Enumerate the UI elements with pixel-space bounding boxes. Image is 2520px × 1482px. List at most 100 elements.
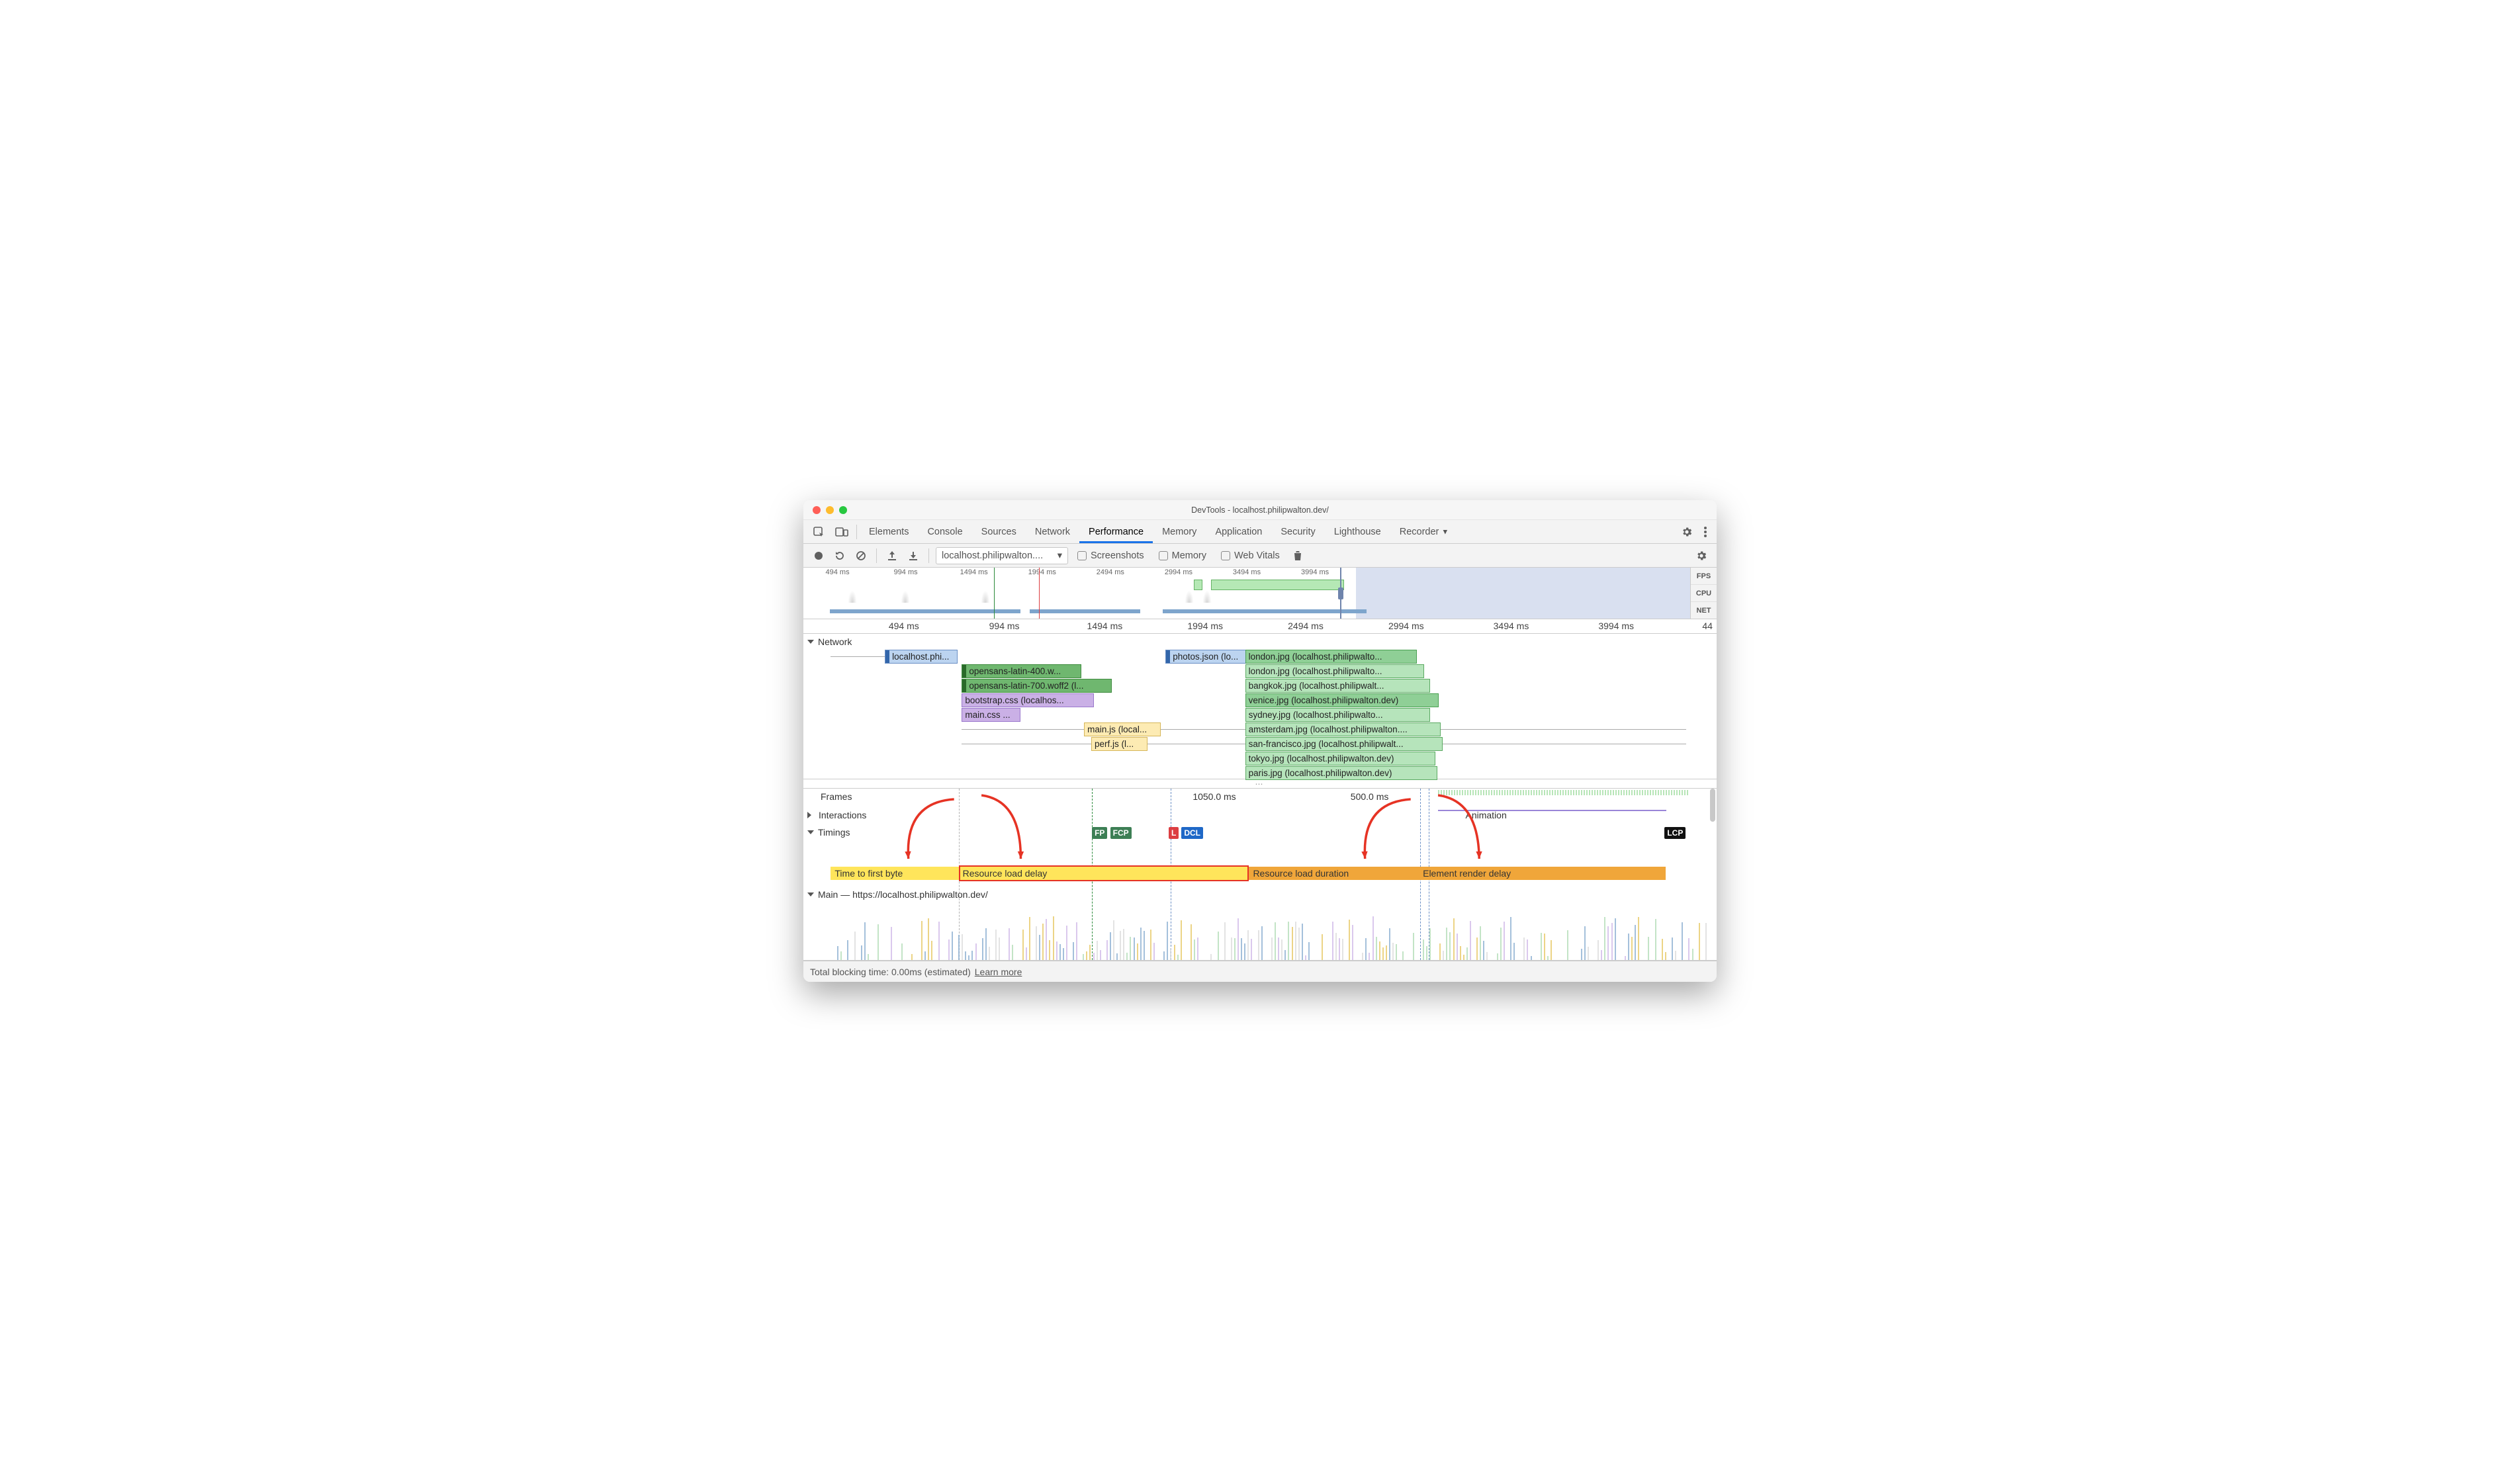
tab-application[interactable]: Application	[1206, 520, 1271, 543]
checkbox-icon	[1077, 551, 1087, 560]
reload-icon[interactable]	[831, 547, 848, 564]
tab-security[interactable]: Security	[1271, 520, 1324, 543]
panel-settings-icon[interactable]	[1693, 547, 1710, 564]
tab-memory[interactable]: Memory	[1153, 520, 1206, 543]
timings-label: Timings	[818, 827, 850, 838]
devtools-window: DevTools - localhost.philipwalton.dev/ E…	[803, 500, 1717, 982]
network-request[interactable]: bangkok.jpg (localhost.philipwalt...	[1245, 679, 1430, 693]
scrollbar[interactable]	[1710, 789, 1715, 822]
fps-label: FPS	[1691, 568, 1717, 585]
tab-elements[interactable]: Elements	[860, 520, 918, 543]
frames-header[interactable]: Frames	[803, 789, 856, 805]
timing-marker-lcp[interactable]: LCP	[1664, 827, 1686, 839]
blocking-time-text: Total blocking time: 0.00ms (estimated)	[810, 967, 971, 977]
frame-duration: 500.0 ms	[1351, 791, 1389, 802]
timings-header[interactable]: Timings	[803, 824, 854, 840]
ruler-tick: 994 ms	[989, 621, 1020, 631]
timing-marker-fcp[interactable]: FCP	[1110, 827, 1132, 839]
network-header[interactable]: Network	[803, 634, 1717, 650]
animation-label: Animation	[1466, 810, 1507, 820]
timeline-ruler[interactable]: 494 ms 994 ms 1494 ms 1994 ms 2494 ms 2994 ms…	[803, 619, 1717, 634]
separator	[928, 548, 929, 563]
chevron-down-icon	[807, 893, 814, 896]
performance-toolbar: localhost.philipwalton.... ▾ Screenshots…	[803, 544, 1717, 568]
network-request[interactable]: tokyo.jpg (localhost.philipwalton.dev)	[1245, 752, 1435, 765]
lcp-phase[interactable]: Resource load delay	[959, 867, 1249, 880]
interactions-label: Interactions	[819, 810, 866, 820]
learn-more-link[interactable]: Learn more	[975, 967, 1022, 977]
download-icon[interactable]	[905, 547, 922, 564]
ruler-tick: 44	[1702, 621, 1713, 631]
lcp-phase[interactable]: Element render delay	[1419, 867, 1666, 880]
tab-lighthouse[interactable]: Lighthouse	[1325, 520, 1390, 543]
chevron-right-icon	[807, 812, 815, 818]
lcp-phase[interactable]: Time to first byte	[831, 867, 958, 880]
network-request[interactable]: main.css ...	[962, 708, 1020, 722]
profile-select[interactable]: localhost.philipwalton.... ▾	[936, 547, 1068, 564]
record-icon[interactable]	[810, 547, 827, 564]
network-request[interactable]: opensans-latin-700.woff2 (l...	[962, 679, 1112, 693]
network-request[interactable]: opensans-latin-400.w...	[962, 664, 1081, 678]
ruler-tick: 3494 ms	[1494, 621, 1529, 631]
network-request[interactable]: venice.jpg (localhost.philipwalton.dev)	[1245, 693, 1439, 707]
checkbox-memory[interactable]: Memory	[1159, 550, 1206, 561]
checkbox-web-vitals[interactable]: Web Vitals	[1221, 550, 1280, 561]
tab-sources[interactable]: Sources	[972, 520, 1026, 543]
checkbox-icon	[1221, 551, 1230, 560]
ruler-tick: 1494 ms	[1087, 621, 1123, 631]
main-label: Main — https://localhost.philipwalton.de…	[818, 889, 988, 900]
ruler-tick: 2994 ms	[1388, 621, 1424, 631]
upload-icon[interactable]	[883, 547, 901, 564]
profile-select-label: localhost.philipwalton....	[942, 550, 1043, 561]
kebab-icon[interactable]	[1698, 526, 1713, 538]
status-bar: Total blocking time: 0.00ms (estimated) …	[803, 961, 1717, 982]
network-request[interactable]: paris.jpg (localhost.philipwalton.dev)	[1245, 766, 1437, 780]
overview-right-labels: FPS CPU NET	[1690, 568, 1717, 619]
settings-icon[interactable]	[1676, 526, 1698, 538]
lcp-phase[interactable]: Resource load duration	[1249, 867, 1419, 880]
main-thread-flame[interactable]	[834, 900, 1709, 960]
flask-icon: ▲	[1441, 528, 1449, 536]
timing-marker-dcl[interactable]: DCL	[1181, 827, 1203, 839]
network-track[interactable]: Network localhost.phi... opensans-latin-4…	[803, 634, 1717, 779]
network-request[interactable]: london.jpg (localhost.philipwalto...	[1245, 664, 1425, 678]
chevron-down-icon: ▾	[1058, 550, 1062, 561]
tab-network[interactable]: Network	[1026, 520, 1079, 543]
network-request[interactable]: san-francisco.jpg (localhost.philipwalt.…	[1245, 737, 1443, 751]
frames-label: Frames	[821, 791, 852, 802]
cpu-label: CPU	[1691, 585, 1717, 602]
ruler-tick: 3994 ms	[1598, 621, 1634, 631]
separator	[856, 525, 857, 539]
timing-marker-fp[interactable]: FP	[1092, 827, 1107, 839]
network-request[interactable]: bootstrap.css (localhos...	[962, 693, 1094, 707]
flame-panel[interactable]: Frames 1050.0 ms500.0 ms Animation Inter…	[803, 789, 1717, 961]
window-title: DevTools - localhost.philipwalton.dev/	[803, 505, 1717, 515]
network-label: Network	[818, 636, 852, 647]
network-request[interactable]: amsterdam.jpg (localhost.philipwalton...…	[1245, 722, 1441, 736]
interactions-header[interactable]: Interactions	[803, 807, 870, 823]
device-toggle-icon[interactable]	[830, 527, 854, 537]
checkbox-icon	[1159, 551, 1168, 560]
tab-recorder[interactable]: Recorder▲	[1390, 520, 1459, 543]
trash-icon[interactable]	[1289, 547, 1306, 564]
chevron-down-icon	[807, 830, 814, 834]
ruler-tick: 494 ms	[889, 621, 919, 631]
network-request[interactable]: sydney.jpg (localhost.philipwalto...	[1245, 708, 1430, 722]
timing-marker-l[interactable]: L	[1169, 827, 1179, 839]
ruler-tick: 2494 ms	[1288, 621, 1324, 631]
clear-icon[interactable]	[852, 547, 870, 564]
network-request[interactable]: main.js (local...	[1084, 722, 1161, 736]
inspect-icon[interactable]	[807, 526, 830, 538]
tab-console[interactable]: Console	[918, 520, 971, 543]
resize-grip[interactable]: ⋯	[803, 779, 1717, 789]
window-titlebar[interactable]: DevTools - localhost.philipwalton.dev/	[803, 500, 1717, 520]
net-label: NET	[1691, 602, 1717, 619]
network-request[interactable]: perf.js (l...	[1091, 737, 1148, 751]
tab-performance[interactable]: Performance	[1079, 520, 1153, 543]
network-request[interactable]: localhost.phi...	[885, 650, 957, 664]
network-request[interactable]: photos.json (lo...	[1165, 650, 1249, 664]
checkbox-screenshots[interactable]: Screenshots	[1077, 550, 1144, 561]
network-request[interactable]: london.jpg (localhost.philipwalto...	[1245, 650, 1418, 664]
ruler-tick: 1994 ms	[1187, 621, 1223, 631]
overview-minimap[interactable]: 494 ms994 ms1494 ms1994 ms2494 ms2994 ms…	[803, 568, 1717, 619]
